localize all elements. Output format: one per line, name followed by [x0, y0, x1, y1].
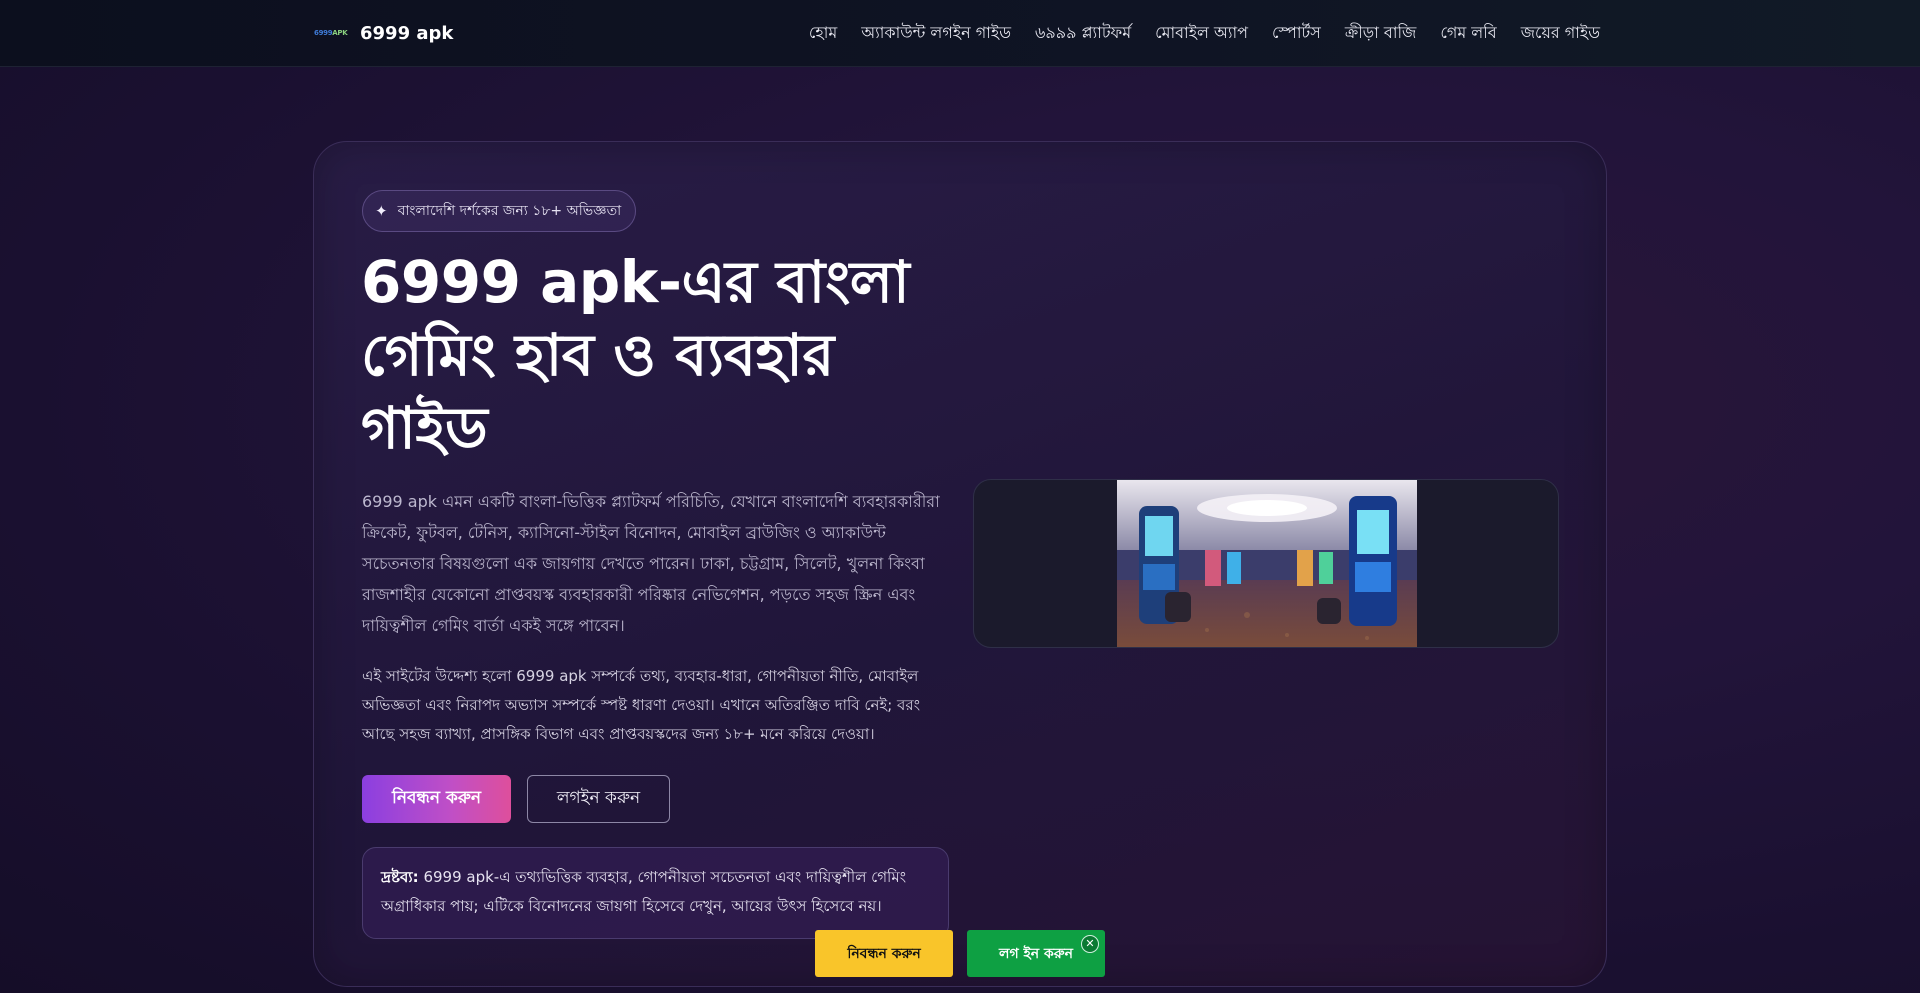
top-navbar: 6999 APK 6999 apk হোম অ্যাকাউন্ট লগইন গাই…: [0, 0, 1920, 67]
audience-badge: ✦ বাংলাদেশি দর্শকের জন্য ১৮+ অভিজ্ঞতা: [362, 190, 637, 232]
sparkle-icon: ✦: [375, 201, 388, 220]
nav-item-mobile-app[interactable]: মোবাইল অ্যাপ: [1155, 20, 1248, 47]
page-title: 6999 apk-এর বাংলা গেমিং হাব ও ব্যবহার গা…: [361, 248, 910, 462]
badge-text: বাংলাদেশি দর্শকের জন্য ১৮+ অভিজ্ঞতা: [397, 203, 622, 219]
nav-item-home[interactable]: হোম: [809, 20, 837, 47]
register-button[interactable]: নিবন্ধন করুন: [362, 775, 511, 823]
casino-illustration: [1117, 480, 1417, 647]
nav-item-winning-guide[interactable]: জয়ের গাইড: [1521, 20, 1600, 47]
login-button[interactable]: লগইন করুন: [527, 775, 670, 823]
brand[interactable]: 6999 APK 6999 apk: [314, 20, 453, 46]
hero-image-panel: [973, 479, 1559, 648]
note-label: দ্রষ্টব্য:: [381, 868, 419, 886]
intro-paragraph: 6999 apk এমন একটি বাংলা-ভিত্তিক প্ল্যাটফ…: [362, 492, 940, 635]
casino-floor-image: [1117, 480, 1417, 647]
brand-name: 6999 apk: [360, 22, 454, 44]
close-icon[interactable]: ✕: [1081, 935, 1099, 953]
purpose-paragraph: এই সাইটের উদ্দেশ্য হলো 6999 apk সম্পর্কে…: [362, 667, 921, 743]
brand-logo: 6999 APK: [314, 29, 348, 37]
nav-item-account-login-guide[interactable]: অ্যাকাউন্ট লগইন গাইড: [861, 20, 1011, 47]
hero-card: ✦ বাংলাদেশি দর্শকের জন্য ১৮+ অভিজ্ঞতা 69…: [313, 141, 1607, 987]
nav-item-sports[interactable]: স্পোর্টস: [1272, 20, 1321, 47]
sticky-register-button[interactable]: নিবন্ধন করুন: [815, 930, 953, 977]
nav-item-platform[interactable]: ৬৯৯৯ প্ল্যাটফর্ম: [1035, 20, 1131, 47]
nav-item-sports-betting[interactable]: ক্রীড়া বাজি: [1345, 20, 1417, 47]
nav-item-game-lobby[interactable]: গেম লবি: [1440, 20, 1496, 47]
main-nav: হোম অ্যাকাউন্ট লগইন গাইড ৬৯৯৯ প্ল্যাটফর্…: [809, 20, 1600, 46]
note-text: 6999 apk-এ তথ্যভিত্তিক ব্যবহার, গোপনীয়ত…: [381, 868, 907, 915]
note-box: দ্রষ্টব্য: 6999 apk-এ তথ্যভিত্তিক ব্যবহা…: [362, 847, 949, 939]
